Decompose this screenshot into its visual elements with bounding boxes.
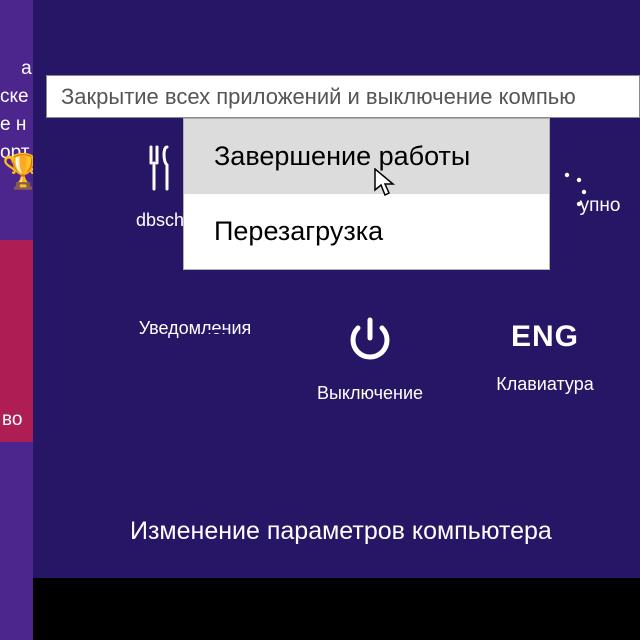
menu-item-shutdown[interactable]: Завершение работы: [184, 119, 549, 194]
charm-label: Выключение: [295, 383, 445, 404]
charm-item-power[interactable]: Выключение: [295, 316, 445, 404]
bottom-bar: [33, 578, 640, 640]
start-tile-top[interactable]: авн ске е н орт 🏆: [0, 27, 33, 230]
change-pc-settings-link[interactable]: Изменение параметров компьютера: [130, 517, 640, 546]
brightness-icon: [549, 165, 599, 215]
keyboard-language-indicator: ENG: [470, 320, 620, 354]
tooltip-text: Закрытие всех приложений и выключение ко…: [61, 84, 576, 109]
charm-label: Клавиатура: [470, 374, 620, 395]
power-icon: [295, 316, 445, 369]
power-menu: Завершение работы Перезагрузка: [183, 118, 550, 270]
menu-item-label: Завершение работы: [214, 141, 470, 171]
menu-item-label: Перезагрузка: [214, 216, 383, 246]
menu-item-restart[interactable]: Перезагрузка: [184, 194, 549, 269]
start-tile-bottom[interactable]: во: [0, 240, 33, 442]
trophy-icon: 🏆: [2, 155, 33, 189]
power-tooltip: Закрытие всех приложений и выключение ко…: [46, 75, 640, 118]
tile-text-fragment: во: [0, 406, 22, 442]
charm-item-keyboard[interactable]: ENG Клавиатура: [470, 320, 620, 395]
charm-label: Уведомления: [120, 318, 270, 339]
tile-text-fragment: авн ске е н орт: [0, 58, 33, 163]
screen: авн ске е н орт 🏆 во dbsch упно Закрытие: [0, 0, 640, 640]
charm-item-notifications[interactable]: Уведомления: [120, 318, 270, 339]
link-text: Изменение параметров компьютера: [130, 517, 552, 545]
